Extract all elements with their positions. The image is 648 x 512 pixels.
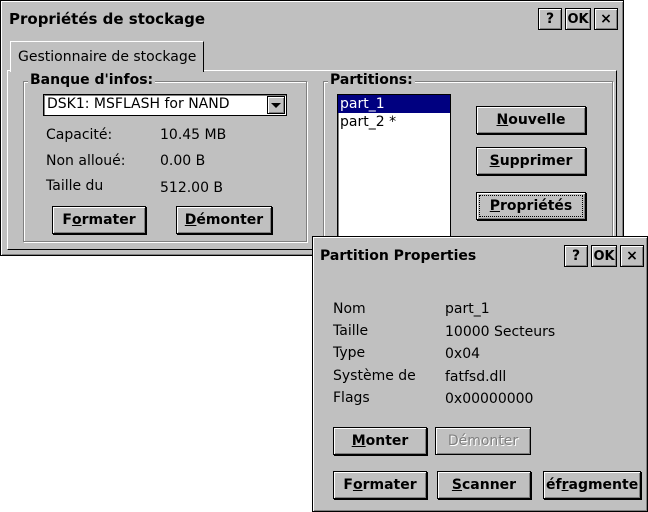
- unallocated-label: Non alloué:: [46, 153, 126, 169]
- unallocated-value: 0.00 B: [160, 153, 206, 169]
- sector-size-value: 512.00 B: [160, 180, 224, 196]
- tab-label: Gestionnaire de stockage: [18, 49, 197, 65]
- new-button-text: ouvelle: [508, 112, 566, 128]
- type-label: Type: [333, 345, 366, 361]
- partition-properties-button[interactable]: Propriétés: [476, 192, 586, 220]
- partition-properties-dialog: Partition Properties ? OK × Nom part_1 T…: [312, 236, 648, 512]
- chevron-down-icon: [271, 102, 281, 108]
- dialog-format-text: F: [343, 477, 353, 493]
- defrag-accel: r: [561, 477, 569, 493]
- dialog-format-button[interactable]: Fo rmater: [333, 471, 427, 499]
- dropdown-arrow-button[interactable]: [267, 96, 285, 114]
- unmount-button-text: émonter: [196, 212, 264, 228]
- dialog-format-text-rest: rmater: [362, 477, 417, 493]
- mount-button-text: onter: [365, 433, 409, 449]
- dialog-format-accel: o: [352, 477, 363, 493]
- capacity-value: 10.45 MB: [160, 127, 227, 143]
- properties-button-accel: P: [489, 198, 500, 214]
- format-button-text-rest: rmater: [81, 212, 136, 228]
- type-value: 0x04: [445, 346, 481, 362]
- defrag-text-rest: agmente: [568, 477, 639, 493]
- flags-value: 0x00000000: [445, 391, 534, 407]
- name-value: part_1: [445, 301, 490, 317]
- dialog-ok-button[interactable]: OK: [591, 245, 617, 267]
- dialog-title-bar: Partition Properties ? OK ×: [315, 239, 645, 273]
- ok-button[interactable]: OK: [565, 8, 591, 30]
- partitions-list[interactable]: part_1 part_2 *: [337, 94, 451, 238]
- format-button[interactable]: Fo rmater: [52, 206, 146, 234]
- dialog-close-button[interactable]: ×: [620, 245, 644, 267]
- format-button-accel: o: [71, 212, 82, 228]
- dialog-unmount-button[interactable]: Démonter: [435, 427, 531, 455]
- store-dropdown-value: DSK1: MSFLASH for NAND: [47, 96, 230, 112]
- scan-button[interactable]: Scanner: [437, 471, 531, 499]
- defragment-button[interactable]: éf r agmente: [543, 471, 641, 499]
- delete-button-text: upprimer: [499, 153, 573, 169]
- partition-item-part-2[interactable]: part_2 *: [338, 113, 450, 131]
- dialog-unmount-button-text: Démonter: [447, 433, 519, 449]
- dialog-title: Partition Properties: [320, 248, 477, 264]
- info-bank-label: Banque d'infos:: [28, 72, 156, 88]
- unmount-button[interactable]: Démonter: [176, 206, 272, 234]
- unmount-button-accel: D: [184, 212, 197, 228]
- properties-button-text: ropriétés: [500, 198, 573, 214]
- size-value: 10000 Secteurs: [445, 324, 556, 340]
- capacity-label: Capacité:: [46, 127, 113, 143]
- filesystem-value: fatfsd.dll: [445, 369, 507, 385]
- mount-button[interactable]: Monter: [333, 427, 427, 455]
- delete-partition-button[interactable]: Supprimer: [476, 147, 586, 175]
- scan-button-accel: S: [451, 477, 462, 493]
- store-dropdown[interactable]: DSK1: MSFLASH for NAND: [43, 94, 287, 116]
- partitions-group: Partitions: part_1 part_2 * Nouvelle Sup…: [323, 72, 613, 242]
- mount-button-accel: M: [351, 433, 366, 449]
- partition-item-part-1[interactable]: part_1: [338, 95, 450, 113]
- delete-button-accel: S: [489, 153, 500, 169]
- help-button[interactable]: ?: [538, 8, 562, 30]
- filesystem-label: Système de: [333, 368, 416, 384]
- new-partition-button[interactable]: Nouvelle: [476, 106, 586, 134]
- defrag-text: éf: [546, 477, 562, 493]
- format-button-text: F: [62, 212, 72, 228]
- flags-label: Flags: [333, 390, 370, 406]
- name-label: Nom: [333, 301, 366, 317]
- title-bar: Propriétés de stockage ? OK ×: [3, 3, 621, 35]
- info-bank-group: Banque d'infos: DSK1: MSFLASH for NAND C…: [23, 72, 307, 242]
- dialog-help-button[interactable]: ?: [564, 245, 588, 267]
- tab-storage-manager[interactable]: Gestionnaire de stockage: [10, 41, 205, 72]
- close-button[interactable]: ×: [594, 8, 618, 30]
- size-label: Taille: [333, 323, 369, 339]
- new-button-accel: N: [496, 112, 509, 128]
- sector-size-label: Taille du: [46, 178, 104, 194]
- storage-properties-window: Propriétés de stockage ? OK × Gestionnai…: [0, 0, 624, 256]
- scan-button-text: canner: [462, 477, 517, 493]
- window-title: Propriétés de stockage: [9, 10, 206, 28]
- partitions-label: Partitions:: [328, 72, 415, 88]
